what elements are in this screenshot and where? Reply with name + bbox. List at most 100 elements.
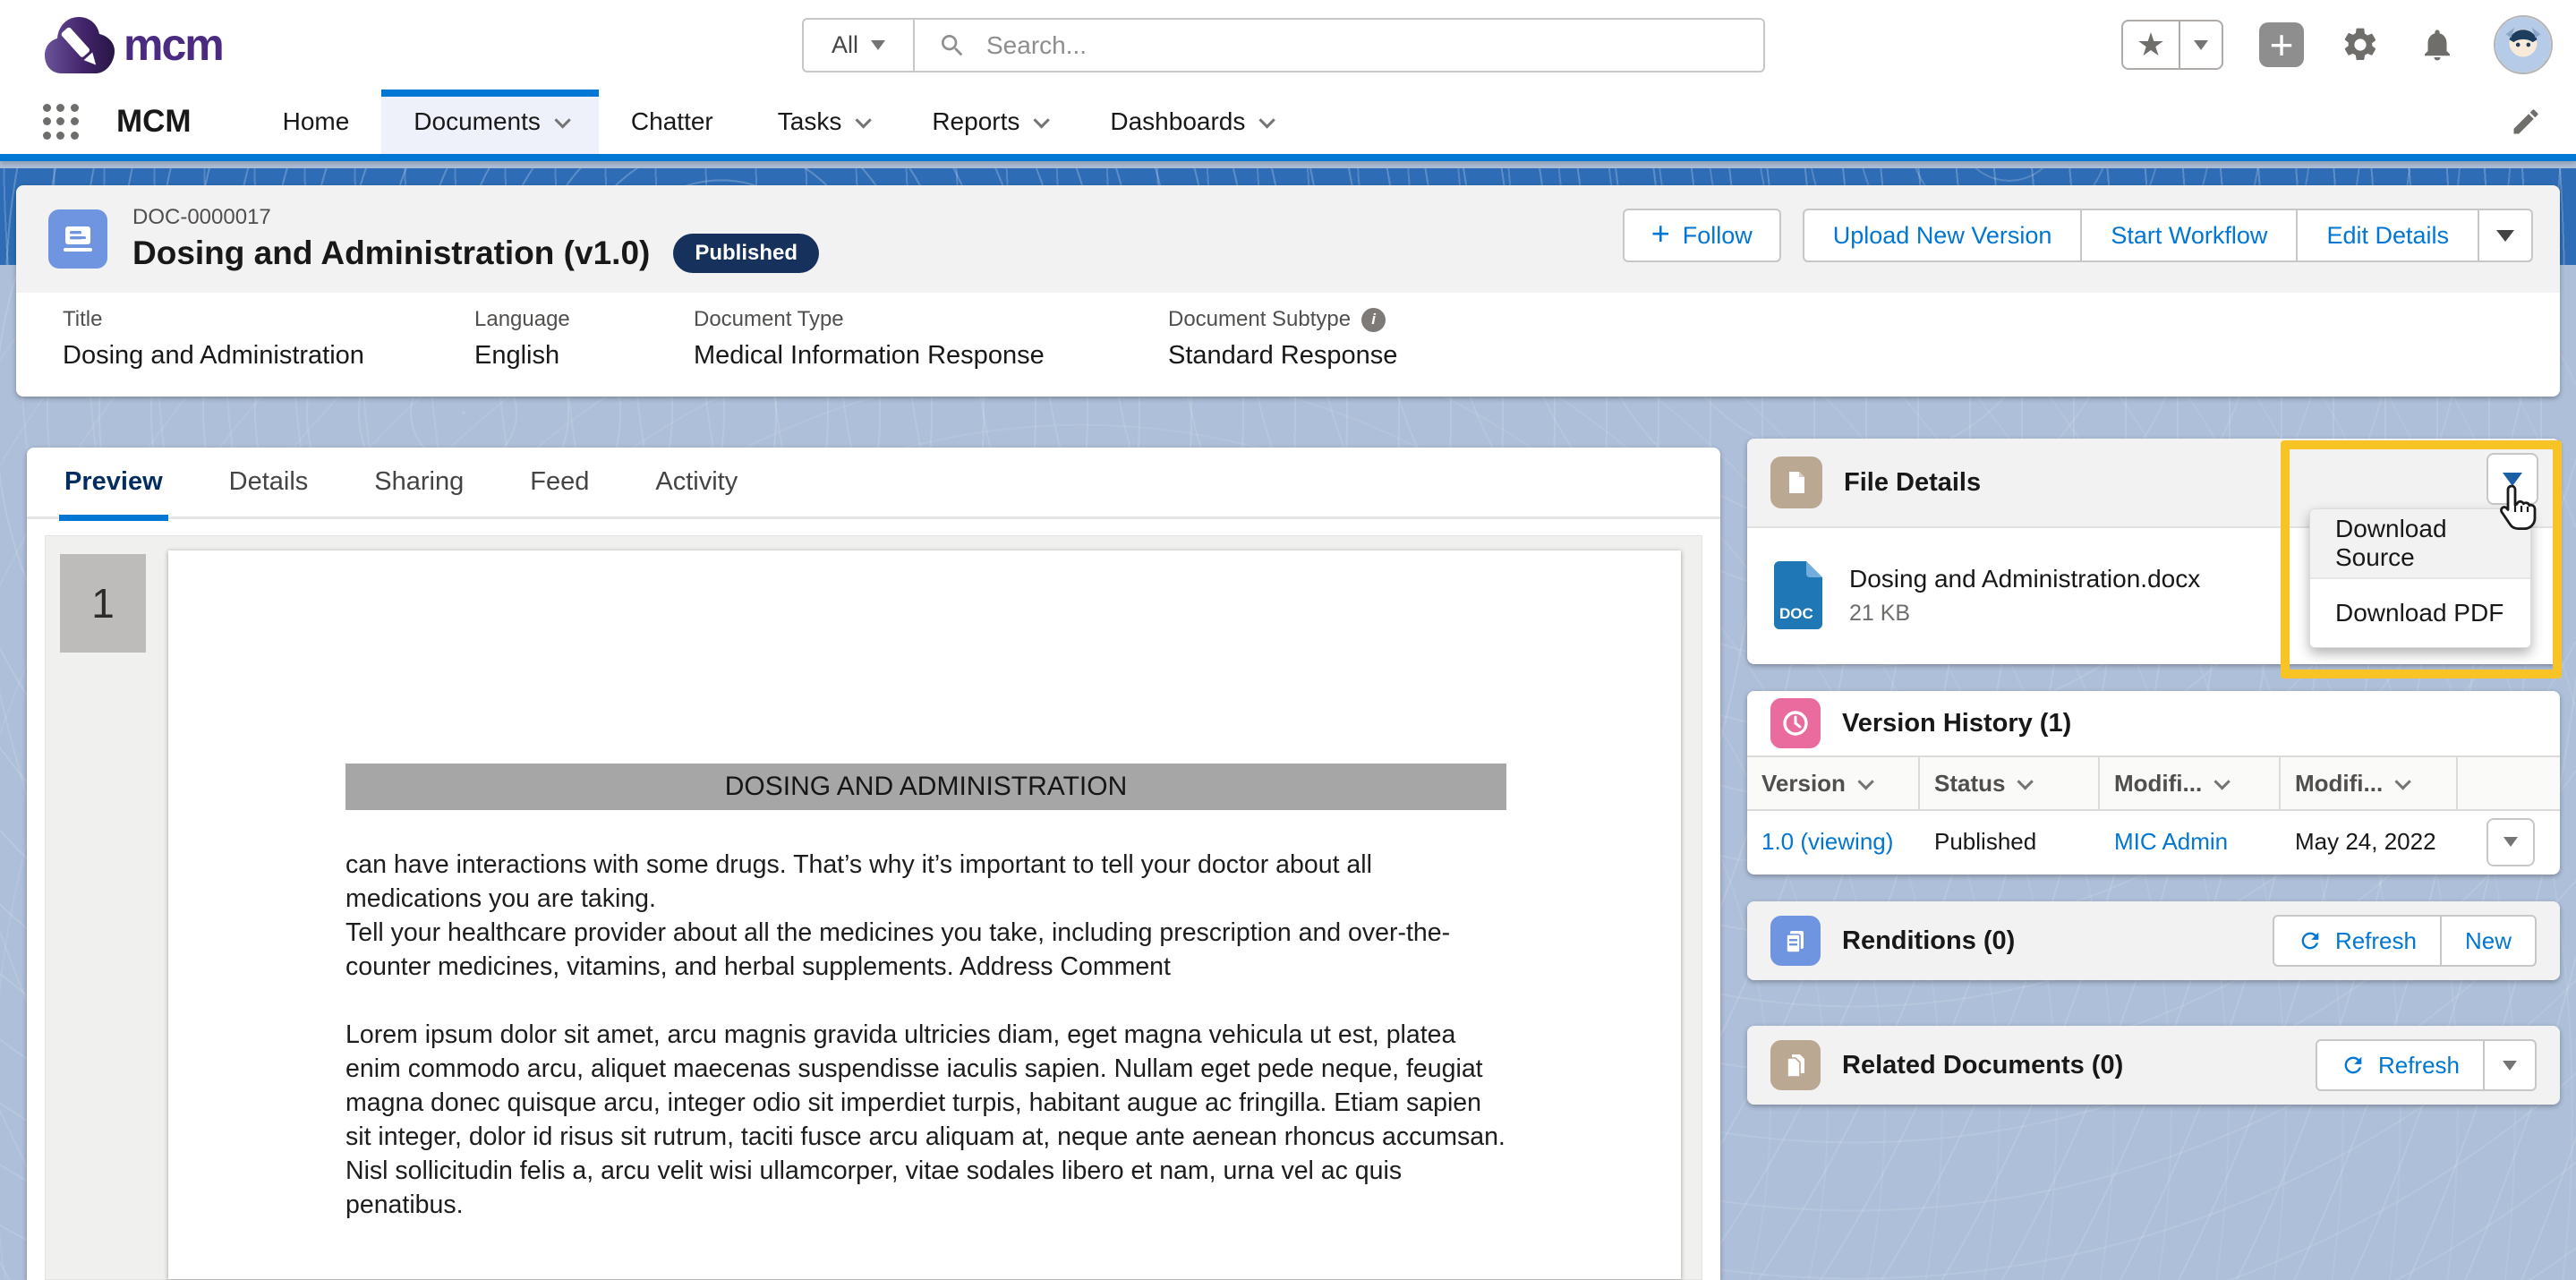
document-page: DOSING AND ADMINISTRATION can have inter…: [168, 550, 1681, 1279]
chevron-down-icon: [2395, 773, 2411, 789]
record-action-group: Upload New Version Start Workflow Edit D…: [1803, 209, 2533, 262]
menu-item-download-source[interactable]: Download Source: [2310, 509, 2530, 577]
svg-text:DOC: DOC: [1779, 605, 1813, 622]
record-title-block: DOC-0000017 Dosing and Administration (v…: [132, 205, 819, 273]
start-workflow-button[interactable]: Start Workflow: [2082, 210, 2298, 260]
document-glyph: [60, 221, 96, 257]
column-version[interactable]: Version: [1747, 757, 1920, 809]
upload-new-version-button[interactable]: Upload New Version: [1804, 210, 2083, 260]
global-search: All: [802, 18, 1765, 73]
tab-preview[interactable]: Preview: [64, 447, 163, 518]
file-actions-menu-button[interactable]: [2486, 453, 2538, 505]
menu-item-download-pdf[interactable]: Download PDF: [2310, 579, 2530, 647]
refresh-button[interactable]: Refresh: [2274, 917, 2442, 965]
app-nav-bar: MCM Home Documents Chatter Tasks Reports…: [0, 90, 2576, 161]
favorites-control: ★: [2121, 20, 2223, 70]
plus-icon: +: [1651, 215, 1670, 252]
clock-icon: [1770, 698, 1821, 748]
record-actions: + Follow Upload New Version Start Workfl…: [1623, 209, 2533, 262]
row-actions-button[interactable]: [2486, 818, 2535, 866]
page-title: Dosing and Administration (v1.0): [132, 235, 650, 272]
more-actions-button[interactable]: [2479, 210, 2531, 260]
status-badge: Published: [673, 234, 819, 273]
doc-file-icon: DOC: [1770, 559, 1826, 631]
refresh-icon: [2298, 928, 2323, 953]
nav-tab-chatter[interactable]: Chatter: [599, 90, 746, 154]
notifications-button[interactable]: [2417, 24, 2458, 65]
tab-details[interactable]: Details: [229, 447, 309, 518]
follow-button[interactable]: + Follow: [1623, 209, 1781, 262]
chevron-down-icon: [554, 112, 570, 128]
file-size: 21 KB: [1849, 601, 2200, 627]
nav-tab-home[interactable]: Home: [251, 90, 382, 154]
detail-tabs: Preview Details Sharing Feed Activity: [27, 448, 1720, 519]
user-avatar[interactable]: [2494, 15, 2553, 74]
tab-feed[interactable]: Feed: [530, 447, 589, 518]
clock-glyph: [1780, 708, 1811, 738]
nav-tabs: Home Documents Chatter Tasks Reports Das…: [251, 90, 1304, 154]
avatar-astro-image: [2495, 17, 2551, 73]
record-highlight-fields: Title Dosing and Administration Language…: [16, 293, 2560, 397]
related-documents-card: Related Documents (0) Refresh: [1747, 1026, 2560, 1105]
documents-glyph: [1780, 1050, 1811, 1080]
plus-icon: +: [2270, 25, 2294, 64]
info-icon[interactable]: i: [1361, 308, 1386, 332]
nav-tab-documents[interactable]: Documents: [381, 90, 599, 154]
edit-nav-button[interactable]: [2510, 106, 2542, 142]
modified-by-link[interactable]: MIC Admin: [2100, 828, 2281, 856]
page-thumbnail[interactable]: 1: [60, 554, 146, 653]
column-modified-by[interactable]: Modifi...: [2100, 757, 2281, 809]
chevron-down-icon: [1857, 773, 1873, 789]
gear-icon: [2341, 25, 2380, 64]
version-link[interactable]: 1.0 (viewing): [1747, 828, 1920, 856]
record-id: DOC-0000017: [132, 205, 819, 230]
document-paragraph: Tell your healthcare provider about all …: [345, 916, 1506, 984]
more-actions-button[interactable]: [2485, 1041, 2535, 1089]
tab-activity[interactable]: Activity: [655, 447, 738, 518]
mcm-cloud-icon: [41, 11, 118, 79]
header-utilities: ★ +: [2121, 0, 2553, 90]
caret-down-icon: [2496, 230, 2514, 242]
nav-tab-reports[interactable]: Reports: [900, 90, 1078, 154]
edit-details-button[interactable]: Edit Details: [2298, 210, 2479, 260]
file-glyph: [1781, 467, 1812, 498]
chevron-down-icon: [1259, 112, 1275, 128]
field-title: Title Dosing and Administration: [63, 307, 364, 371]
search-input[interactable]: [985, 30, 1763, 61]
bell-icon: [2418, 26, 2456, 64]
related-documents-header: Related Documents (0) Refresh: [1747, 1026, 2560, 1105]
refresh-button[interactable]: Refresh: [2317, 1041, 2485, 1089]
pencil-icon: [2510, 106, 2542, 138]
search-body: [915, 30, 1763, 61]
field-language: Language English: [474, 307, 570, 371]
screen: mcm All ★ +: [0, 0, 2576, 1280]
app-name: MCM: [116, 104, 192, 140]
version-history-header: Version History (1): [1747, 691, 2560, 755]
table-header-row: Version Status Modifi... Modifi...: [1747, 755, 2560, 811]
download-dropdown-menu: Download Source Download PDF: [2309, 508, 2531, 648]
document-record-icon: [48, 209, 107, 269]
column-modified-date[interactable]: Modifi...: [2281, 757, 2458, 809]
record-header-top: DOC-0000017 Dosing and Administration (v…: [16, 185, 2560, 293]
tab-sharing[interactable]: Sharing: [374, 447, 464, 518]
nav-tab-tasks[interactable]: Tasks: [746, 90, 900, 154]
mcm-logo[interactable]: mcm: [41, 11, 223, 79]
favorite-star-button[interactable]: ★: [2123, 21, 2180, 68]
app-launcher-icon[interactable]: [43, 104, 79, 140]
search-scope-select[interactable]: All: [804, 20, 915, 71]
column-status[interactable]: Status: [1920, 757, 2100, 809]
setup-button[interactable]: [2340, 24, 2381, 65]
quick-create-button[interactable]: +: [2259, 22, 2304, 67]
table-row: 1.0 (viewing) Published MIC Admin May 24…: [1747, 811, 2560, 873]
new-button[interactable]: New: [2442, 917, 2535, 965]
global-header: mcm All ★ +: [0, 0, 2576, 90]
chevron-down-icon: [2214, 773, 2231, 789]
renditions-card: Renditions (0) Refresh New: [1747, 901, 2560, 980]
favorites-menu-button[interactable]: [2180, 21, 2222, 68]
modified-date: May 24, 2022: [2281, 828, 2458, 856]
star-icon: ★: [2137, 26, 2165, 64]
nav-tab-dashboards[interactable]: Dashboards: [1078, 90, 1303, 154]
column-actions: [2458, 757, 2560, 809]
record-header-card: DOC-0000017 Dosing and Administration (v…: [16, 185, 2560, 397]
search-icon: [938, 31, 967, 60]
